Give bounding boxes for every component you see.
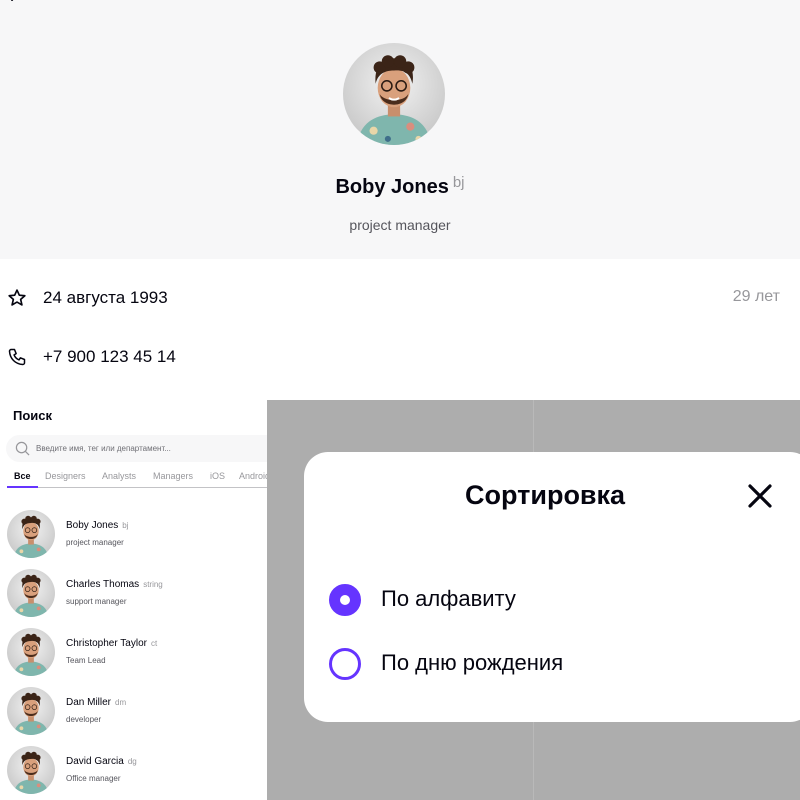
birthday-row: 24 августа 1993 29 лет: [0, 278, 800, 318]
tab-all[interactable]: Все: [14, 471, 31, 481]
person-name-line: David Garcia dg: [66, 756, 137, 767]
sort-option-birthday[interactable]: По дню рождения: [329, 647, 769, 681]
person-position: Office manager: [66, 774, 121, 783]
person-name: Charles Thomas: [66, 579, 140, 590]
phone-icon: [8, 348, 26, 366]
department-tabs: Все Designers Analysts Managers iOS Andr…: [7, 468, 267, 488]
list-item[interactable]: Christopher Taylor ct Team Lead: [0, 628, 267, 678]
tab-android[interactable]: Android: [239, 471, 267, 481]
person-name: Dan Miller: [66, 697, 112, 708]
person-tag: ct: [150, 639, 158, 648]
profile-tag: bj: [452, 174, 465, 191]
list-item[interactable]: David Garcia dg Office manager: [0, 746, 267, 796]
modal-overlay[interactable]: Сортировка По алфавиту По дню рождения: [267, 400, 800, 800]
tab-managers[interactable]: Managers: [153, 471, 193, 481]
star-icon: [8, 289, 26, 306]
person-name-line: Dan Miller dm: [66, 697, 126, 708]
back-arrow-icon[interactable]: [4, 0, 24, 8]
profile-name-row: Boby Jones bj: [0, 174, 800, 199]
sort-option-alphabet[interactable]: По алфавиту: [329, 583, 769, 617]
person-name: Boby Jones: [66, 520, 119, 531]
search-input[interactable]: [36, 435, 267, 462]
avatar: [7, 687, 55, 735]
avatar: [7, 569, 55, 617]
active-tab-indicator: [7, 486, 38, 488]
person-name-line: Charles Thomas string: [66, 579, 163, 590]
person-name-line: Boby Jones bj: [66, 520, 129, 531]
person-position: support manager: [66, 597, 127, 606]
person-tag: string: [143, 580, 163, 589]
profile-avatar: [343, 43, 445, 145]
avatar: [7, 628, 55, 676]
tab-designers[interactable]: Designers: [45, 471, 86, 481]
tab-ios[interactable]: iOS: [210, 471, 225, 481]
profile-position: project manager: [349, 217, 451, 233]
radio-checked-icon[interactable]: [329, 584, 361, 616]
profile-name: Boby Jones: [335, 176, 449, 198]
profile-header: Boby Jones bj project manager: [0, 0, 800, 259]
search-icon: [15, 441, 30, 456]
sort-modal-title: Сортировка: [465, 480, 626, 510]
avatar: [7, 510, 55, 558]
list-item[interactable]: Boby Jones bj project manager: [0, 510, 267, 560]
person-name: David Garcia: [66, 756, 124, 767]
phone-text[interactable]: +7 900 123 45 14: [43, 347, 176, 367]
person-tag: dm: [115, 698, 127, 707]
radio-unchecked-icon[interactable]: [329, 648, 361, 680]
people-list-screen: Поиск Все Designers Analysts Managers iO…: [0, 400, 267, 800]
list-item[interactable]: Charles Thomas string support manager: [0, 569, 267, 619]
tab-analysts[interactable]: Analysts: [102, 471, 136, 481]
phone-row[interactable]: +7 900 123 45 14: [0, 337, 800, 377]
search-bar[interactable]: [6, 435, 267, 462]
birthday-text: 24 августа 1993: [43, 288, 168, 307]
person-position: project manager: [66, 538, 124, 547]
person-name: Christopher Taylor: [66, 638, 147, 649]
close-icon[interactable]: [746, 482, 774, 510]
person-tag: bj: [122, 521, 129, 530]
person-position: developer: [66, 715, 102, 724]
person-tag: dg: [127, 757, 137, 766]
avatar: [7, 746, 55, 794]
person-position: Team Lead: [66, 656, 106, 665]
list-title: Поиск: [13, 408, 53, 423]
sort-option-label: По алфавиту: [381, 586, 516, 611]
sort-option-label: По дню рождения: [381, 650, 564, 675]
age-text: 29 лет: [732, 288, 780, 305]
sort-modal: Сортировка По алфавиту По дню рождения: [304, 452, 800, 722]
person-name-line: Christopher Taylor ct: [66, 638, 157, 649]
list-item[interactable]: Dan Miller dm developer: [0, 687, 267, 737]
